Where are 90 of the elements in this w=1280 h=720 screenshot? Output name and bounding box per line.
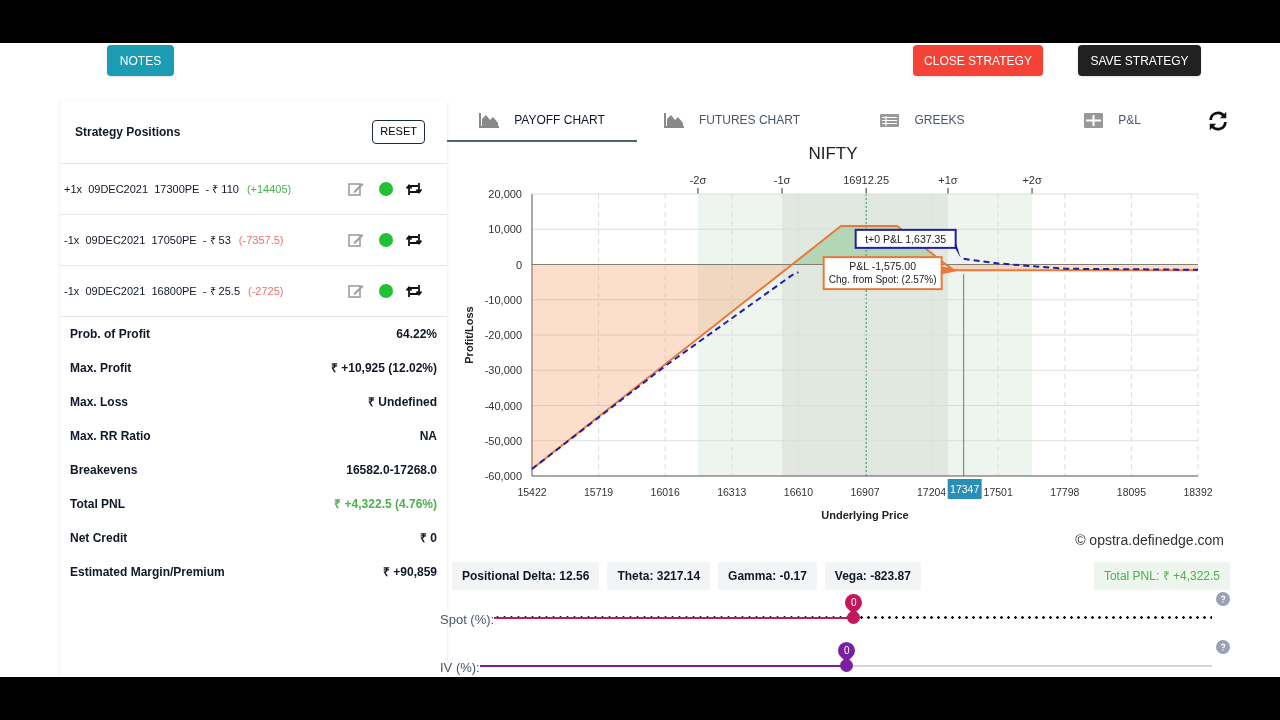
stat-value: ₹ Undefined [368, 394, 437, 411]
list-icon [879, 111, 901, 129]
stat-label: Breakevens [70, 462, 138, 479]
swap-icon[interactable] [405, 233, 423, 247]
y-axis-title: Profit/Loss [463, 306, 475, 364]
sigma-label: +2σ [1022, 174, 1042, 186]
button[interactable]: CLOSE STRATEGY [913, 45, 1043, 76]
position-text: -1x 09DEC2021 16800PE - ₹ 25.5 [64, 283, 240, 299]
slider-thumb[interactable] [847, 611, 861, 624]
x-tick-label: 16016 [650, 486, 680, 498]
tab[interactable]: P&L [1017, 100, 1207, 142]
tab[interactable]: GREEKS [827, 100, 1017, 142]
t0-tooltip: t+0 P&L 1,637.35 [854, 228, 961, 258]
stat-value: ₹ +10,925 (12.02%) [330, 360, 437, 377]
x-tick-label: 18095 [1116, 486, 1146, 498]
x-axis-title: Underlying Price [821, 509, 909, 521]
refresh-icon[interactable] [1207, 110, 1229, 132]
x-tick-label: 16610 [783, 486, 813, 498]
help-icon[interactable] [1216, 640, 1230, 654]
button[interactable]: SAVE STRATEGY [1078, 45, 1201, 76]
stat-value: ₹ +4,322.5 (4.76%) [334, 496, 437, 513]
stat-value: 16582.0-17268.0 [346, 462, 437, 479]
annotation: P&L -1,575.00 [849, 260, 917, 273]
table-icon [1083, 111, 1105, 129]
y-tick-label: 10,000 [488, 223, 522, 236]
greek-chip: Total PNL: ₹ +4,322.5 [1093, 562, 1230, 590]
x-tick-label: 16313 [717, 486, 747, 498]
sigma-label: -1σ [773, 174, 791, 186]
area-chart-icon [479, 111, 501, 129]
cursor-value-label: 17347 [947, 479, 982, 499]
greek-chip: Positional Delta: 12.56 [452, 562, 600, 590]
swap-icon[interactable] [405, 182, 423, 196]
x-tick-label: 15422 [517, 486, 547, 498]
stat-label: Total PNL [70, 496, 126, 513]
annotation: t+0 P&L 1,637.35 [865, 232, 947, 245]
spot-label: 16912.25 [843, 174, 890, 186]
position-pnl: (-2725) [248, 283, 284, 299]
edit-icon[interactable] [348, 232, 364, 248]
stat-value: ₹ 0 [420, 530, 437, 547]
x-tick-label: 17798 [1050, 486, 1080, 498]
stat-value: 64.22% [396, 326, 437, 343]
stat-label: Max. Profit [70, 360, 132, 377]
panel-title: Strategy Positions [75, 123, 181, 141]
y-tick-label: -20,000 [484, 329, 522, 341]
y-tick-label: -60,000 [484, 470, 522, 482]
stat-label: Max. Loss [70, 394, 129, 411]
y-tick-label: -40,000 [484, 399, 522, 412]
reset-button[interactable]: RESET [372, 119, 425, 144]
chart-credit: © opstra.definedge.com [1075, 532, 1224, 548]
stat-label: Prob. of Profit [70, 326, 150, 343]
y-tick-label: -30,000 [484, 364, 522, 377]
slider-track[interactable]: 0 [494, 592, 1212, 624]
stat-value: ₹ +90,859 [382, 564, 437, 581]
tab[interactable]: PAYOFF CHART [447, 100, 637, 142]
y-tick-label: -50,000 [484, 434, 522, 447]
position-pnl: (-7357.5) [238, 232, 284, 248]
position-text: -1x 09DEC2021 17050PE - ₹ 53 [64, 232, 231, 248]
x-tick-label: 17501 [983, 486, 1013, 498]
y-tick-label: -10,000 [484, 293, 522, 306]
sigma-label: +1σ [938, 174, 958, 186]
stat-label: Max. RR Ratio [70, 428, 151, 445]
stat-label: Net Credit [70, 530, 128, 547]
slider-label: IV (%): [440, 659, 480, 677]
chart-title: NIFTY [808, 144, 858, 163]
position-pnl: (+14405) [246, 181, 292, 197]
greek-chip: Gamma: -0.17 [718, 562, 817, 590]
bubble-value: 0 [843, 644, 850, 658]
slider-thumb[interactable] [839, 659, 853, 672]
y-tick-label: 20,000 [488, 188, 522, 200]
greek-chip: Vega: -823.87 [824, 562, 921, 590]
x-tick-label: 16907 [850, 486, 880, 498]
edit-icon[interactable] [348, 181, 364, 197]
slider-track[interactable]: 0 [479, 640, 1212, 672]
greek-chip: Theta: 3217.14 [607, 562, 711, 590]
y-tick-label: 0 [515, 258, 522, 271]
tab[interactable]: FUTURES CHART [637, 100, 827, 142]
swap-icon[interactable] [405, 284, 423, 298]
x-tick-label: 15719 [584, 486, 614, 498]
x-tick-label: 18392 [1183, 486, 1213, 498]
x-tick-label: 17204 [917, 486, 947, 498]
stat-value: NA [419, 428, 437, 445]
edit-icon[interactable] [348, 283, 364, 299]
sigma-label: -2σ [689, 174, 707, 186]
stat-label: Estimated Margin/Premium [70, 564, 225, 581]
position-text: +1x 09DEC2021 17300PE - ₹ 110 [64, 181, 239, 197]
annotation: Chg. from Spot: (2.57%) [828, 274, 937, 286]
help-icon[interactable] [1216, 592, 1230, 606]
bubble-value: 0 [850, 596, 857, 610]
slider-label: Spot (%): [440, 611, 495, 629]
area-chart-icon [663, 111, 685, 129]
